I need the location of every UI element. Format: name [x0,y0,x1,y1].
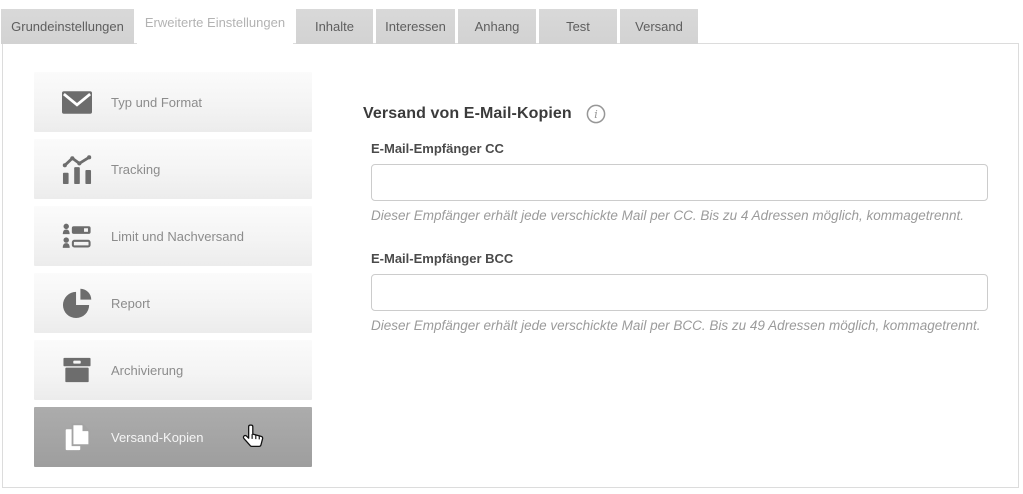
section-title: Versand von E-Mail-Kopien [363,105,572,123]
copy-pages-icon [61,421,93,453]
sidebar-item-typ-und-format[interactable]: Typ und Format [34,72,312,132]
tab-label: Test [566,19,590,34]
tab-label: Anhang [475,19,520,34]
settings-tabbar: Grundeinstellungen Erweiterte Einstellun… [1,0,698,44]
recipients-limit-icon [61,220,93,252]
bcc-field-group: E-Mail-Empfänger BCC Dieser Empfänger er… [371,251,1003,333]
section-header: Versand von E-Mail-Kopien i [363,103,1003,125]
tab-versand[interactable]: Versand [620,9,698,44]
sidebar-item-label: Archivierung [111,363,183,378]
bcc-field-help: Dieser Empfänger erhält jede verschickte… [371,318,1003,333]
tab-test[interactable]: Test [539,9,617,44]
tab-label: Interessen [385,19,446,34]
sidebar-item-limit-und-nachversand[interactable]: Limit und Nachversand [34,206,312,266]
tab-label: Erweiterte Einstellungen [145,15,285,30]
sidebar-item-label: Report [111,296,150,311]
sidebar-item-versand-kopien[interactable]: Versand-Kopien [34,407,312,467]
versand-kopien-section: Versand von E-Mail-Kopien i E-Mail-Empfä… [363,103,1003,333]
sidebar-item-label: Limit und Nachversand [111,229,244,244]
settings-sidebar: Typ und Format Tracking [34,72,312,474]
bcc-field-label: E-Mail-Empfänger BCC [371,251,1003,267]
tab-grundeinstellungen[interactable]: Grundeinstellungen [1,9,134,44]
tracking-chart-icon [61,153,93,185]
cc-field-group: E-Mail-Empfänger CC Dieser Empfänger erh… [371,141,1003,223]
sidebar-item-tracking[interactable]: Tracking [34,139,312,199]
cc-field-help: Dieser Empfänger erhält jede verschickte… [371,208,1003,223]
sidebar-item-archivierung[interactable]: Archivierung [34,340,312,400]
sidebar-item-label: Tracking [111,162,160,177]
pie-chart-icon [61,287,93,319]
info-icon[interactable]: i [586,104,606,124]
tab-inhalte[interactable]: Inhalte [296,9,373,44]
envelope-icon [61,86,93,118]
archive-box-icon [61,354,93,386]
svg-text:i: i [594,107,598,121]
advanced-settings-panel: Typ und Format Tracking [2,43,1019,488]
tab-label: Versand [635,19,683,34]
tab-label: Inhalte [315,19,354,34]
tab-erweiterte-einstellungen[interactable]: Erweiterte Einstellungen [137,0,293,44]
tab-label: Grundeinstellungen [11,19,124,34]
bcc-recipients-input[interactable] [371,274,988,311]
cc-recipients-input[interactable] [371,164,988,201]
sidebar-item-report[interactable]: Report [34,273,312,333]
sidebar-item-label: Versand-Kopien [111,430,204,445]
tab-interessen[interactable]: Interessen [376,9,455,44]
tab-anhang[interactable]: Anhang [458,9,536,44]
sidebar-item-label: Typ und Format [111,95,202,110]
cc-field-label: E-Mail-Empfänger CC [371,141,1003,157]
